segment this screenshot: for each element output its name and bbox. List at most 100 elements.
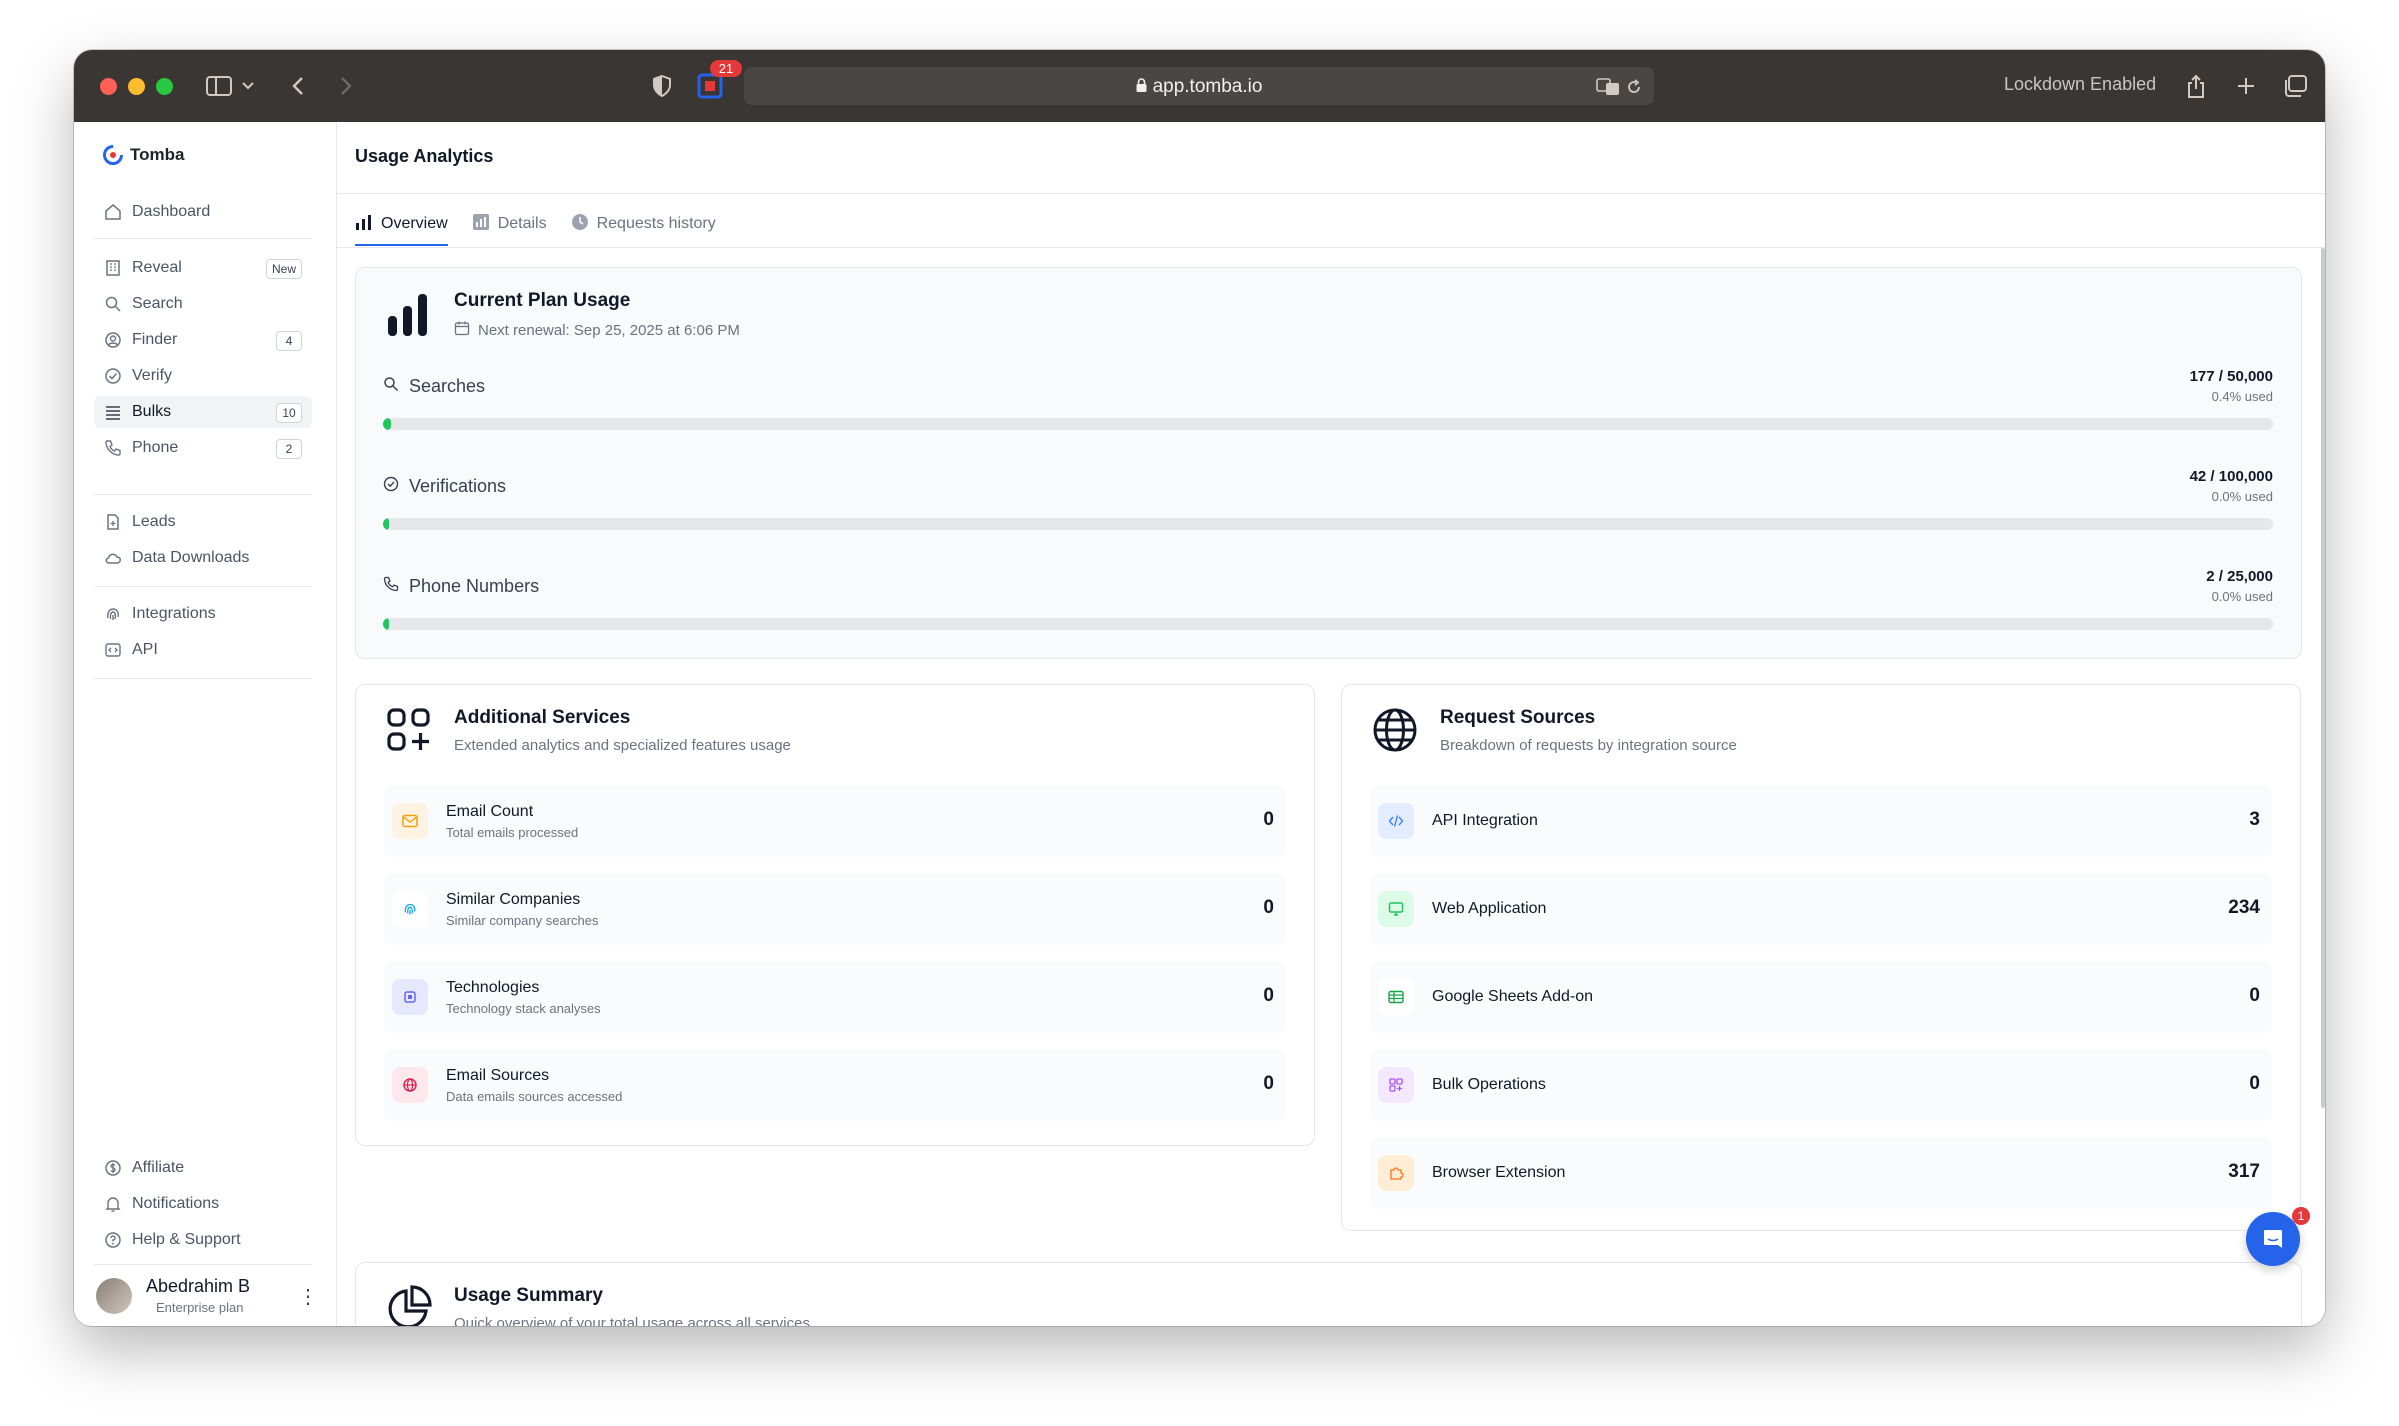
sidebar-item-api[interactable]: API	[94, 634, 312, 666]
bar-chart-icon	[386, 292, 434, 341]
check-circle-icon	[383, 476, 399, 497]
chevron-down-icon[interactable]	[240, 72, 256, 100]
new-badge: New	[265, 259, 302, 279]
usage-summary-subtitle: Quick overview of your total usage acros…	[454, 1315, 810, 1326]
renewal-date: Next renewal: Sep 25, 2025 at 6:06 PM	[478, 321, 740, 339]
tab-details[interactable]: Details	[472, 206, 547, 242]
service-count: 0	[1263, 1073, 1274, 1094]
lockdown-status: Lockdown Enabled	[2004, 74, 2157, 94]
phone-icon	[102, 437, 124, 459]
bar-chart-icon	[355, 214, 373, 235]
sidebar-item-phone[interactable]: Phone 2	[94, 432, 312, 464]
lock-icon	[1136, 76, 1147, 98]
sidebar: Tomba Dashboard Reveal New Search Finder…	[74, 122, 337, 1326]
support-chat-button[interactable]	[2246, 1212, 2300, 1266]
question-circle-icon	[102, 1229, 124, 1251]
tab-requests-history[interactable]: Requests history	[571, 206, 716, 242]
sidebar-item-dashboard[interactable]: Dashboard	[94, 196, 312, 228]
file-icon	[102, 511, 124, 533]
additional-services-card: Additional Services Extended analytics a…	[355, 684, 1315, 1146]
globe-icon	[392, 1067, 428, 1103]
check-circle-icon	[102, 365, 124, 387]
url-text: app.tomba.io	[1152, 76, 1263, 97]
extension-badge: 21	[710, 60, 742, 77]
privacy-shield-icon[interactable]	[650, 72, 674, 100]
browser-toolbar: 21 app.tomba.io Lockdown Enabled	[74, 50, 2325, 122]
sidebar-item-finder[interactable]: Finder 4	[94, 324, 312, 356]
service-count: 0	[1263, 897, 1274, 918]
pie-chart-icon	[386, 1285, 432, 1326]
service-count: 0	[1263, 985, 1274, 1006]
sidebar-item-verify[interactable]: Verify	[94, 360, 312, 392]
dollar-circle-icon	[102, 1157, 124, 1179]
share-icon[interactable]	[2184, 72, 2208, 100]
scrollbar[interactable]	[2321, 248, 2325, 1108]
bell-icon	[102, 1193, 124, 1215]
sidebar-item-reveal[interactable]: Reveal New	[94, 252, 312, 284]
sidebar-item-notifications[interactable]: Notifications	[94, 1188, 312, 1220]
tabs-divider	[337, 247, 2325, 248]
source-row-web-application: Web Application 234	[1370, 873, 2272, 945]
sidebar-item-search[interactable]: Search	[94, 288, 312, 320]
zoom-window-button[interactable]	[156, 78, 173, 95]
cloud-icon	[102, 547, 124, 569]
chat-notification-badge: 1	[2292, 1207, 2310, 1225]
chat-icon	[2264, 1230, 2282, 1248]
sidebar-divider	[94, 238, 312, 239]
source-row-google-sheets: Google Sheets Add-on 0	[1370, 961, 2272, 1033]
tab-overview[interactable]: Overview	[355, 206, 448, 246]
source-row-bulk-operations: Bulk Operations 0	[1370, 1049, 2272, 1121]
back-icon[interactable]	[288, 72, 308, 100]
sidebar-item-integrations[interactable]: Integrations	[94, 598, 312, 630]
usage-label-phone-numbers: Phone Numbers	[383, 576, 539, 597]
additional-services-title: Additional Services	[454, 707, 631, 728]
source-row-api-integration: API Integration 3	[1370, 785, 2272, 857]
sidebar-divider	[94, 678, 312, 679]
tab-bar: Overview Details Requests history	[355, 206, 716, 246]
reload-icon[interactable]	[1624, 73, 1644, 101]
sidebar-item-data-downloads[interactable]: Data Downloads	[94, 542, 312, 574]
address-bar[interactable]: app.tomba.io	[744, 67, 1654, 105]
user-plan: Enterprise plan	[156, 1300, 244, 1315]
progress-bar-phone-numbers	[383, 618, 2273, 630]
cpu-icon	[392, 979, 428, 1015]
sidebar-item-bulks[interactable]: Bulks 10	[94, 396, 312, 428]
progress-fill	[383, 618, 389, 630]
sidebar-item-help-support[interactable]: Help & Support	[94, 1224, 312, 1256]
request-sources-title: Request Sources	[1440, 707, 1596, 728]
source-count: 234	[2228, 897, 2260, 918]
avatar	[96, 1277, 132, 1314]
service-row-email-count: Email Count Total emails processed 0	[384, 785, 1286, 857]
progress-fill	[383, 418, 391, 430]
forward-icon[interactable]	[336, 72, 356, 100]
phone-count-badge: 2	[276, 439, 302, 459]
app: Tomba Dashboard Reveal New Search Finder…	[74, 122, 2325, 1326]
sidebar-divider	[94, 586, 312, 587]
brand-logo[interactable]: Tomba	[102, 144, 184, 166]
more-options-icon[interactable]: ⋮	[298, 1284, 318, 1309]
main-content: Usage Analytics Overview Details Request…	[337, 122, 2325, 1326]
user-profile[interactable]: Abedrahim B Enterprise plan	[96, 1276, 250, 1315]
tab-overview-icon[interactable]	[2282, 72, 2308, 100]
service-count: 0	[1263, 809, 1274, 830]
search-icon	[102, 293, 124, 315]
progress-bar-searches	[383, 418, 2273, 430]
minimize-window-button[interactable]	[128, 78, 145, 95]
close-window-button[interactable]	[100, 78, 117, 95]
user-circle-icon	[102, 329, 124, 351]
new-tab-icon[interactable]	[2234, 72, 2258, 100]
sidebar-toggle-icon[interactable]	[204, 72, 234, 100]
translate-icon[interactable]	[1596, 73, 1620, 101]
chart-square-icon	[472, 213, 490, 236]
source-count: 3	[2249, 809, 2260, 830]
page-title: Usage Analytics	[355, 146, 494, 166]
usage-label-searches: Searches	[383, 376, 485, 397]
sidebar-item-affiliate[interactable]: Affiliate	[94, 1152, 312, 1184]
sidebar-item-leads[interactable]: Leads	[94, 506, 312, 538]
home-icon	[102, 201, 124, 223]
finder-count-badge: 4	[276, 331, 302, 351]
usage-value-searches: 177 / 50,000 0.4% used	[2189, 368, 2273, 404]
grid-icon	[1378, 1067, 1414, 1103]
search-icon	[383, 376, 399, 397]
user-name: Abedrahim B	[146, 1276, 251, 1296]
